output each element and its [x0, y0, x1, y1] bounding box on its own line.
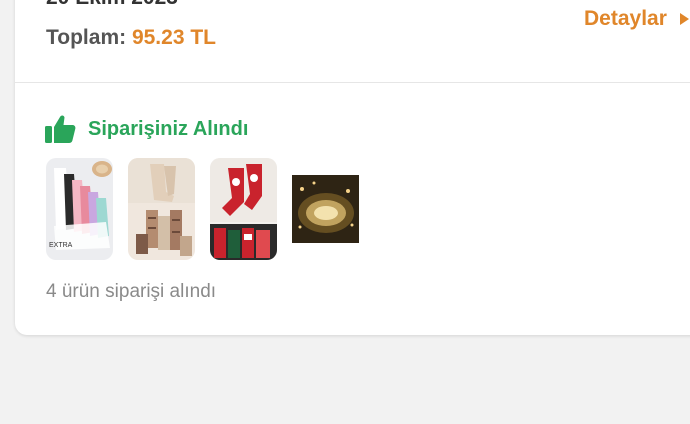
details-label: Detaylar	[584, 7, 667, 30]
product-thumbnail[interactable]	[292, 175, 359, 243]
order-date: 20 Ekim 2023	[46, 0, 178, 10]
thumbs-up-icon	[45, 115, 76, 143]
product-thumbnails: EXTRA	[46, 158, 359, 260]
product-thumbnail[interactable]: EXTRA	[46, 158, 113, 260]
socks-plaid-image	[128, 158, 195, 260]
order-status: Siparişiniz Alındı	[44, 114, 248, 144]
product-thumbnail[interactable]	[128, 158, 195, 260]
string-lights-image	[292, 175, 359, 243]
details-button[interactable]: Detaylar	[584, 7, 689, 31]
order-total: Toplam: 95.23 TL	[46, 26, 216, 50]
chevron-right-icon	[679, 13, 689, 25]
product-thumbnail[interactable]	[210, 158, 277, 260]
order-item-count: 4 ürün siparişi alındı	[46, 281, 217, 302]
total-label: Toplam:	[46, 26, 127, 49]
socks-pastel-image: EXTRA	[46, 158, 113, 260]
status-text: Siparişiniz Alındı	[88, 117, 249, 140]
socks-christmas-image	[210, 158, 277, 260]
brand-text: EXTRA	[49, 242, 73, 249]
divider	[15, 82, 690, 83]
total-value: 95.23 TL	[131, 26, 216, 49]
